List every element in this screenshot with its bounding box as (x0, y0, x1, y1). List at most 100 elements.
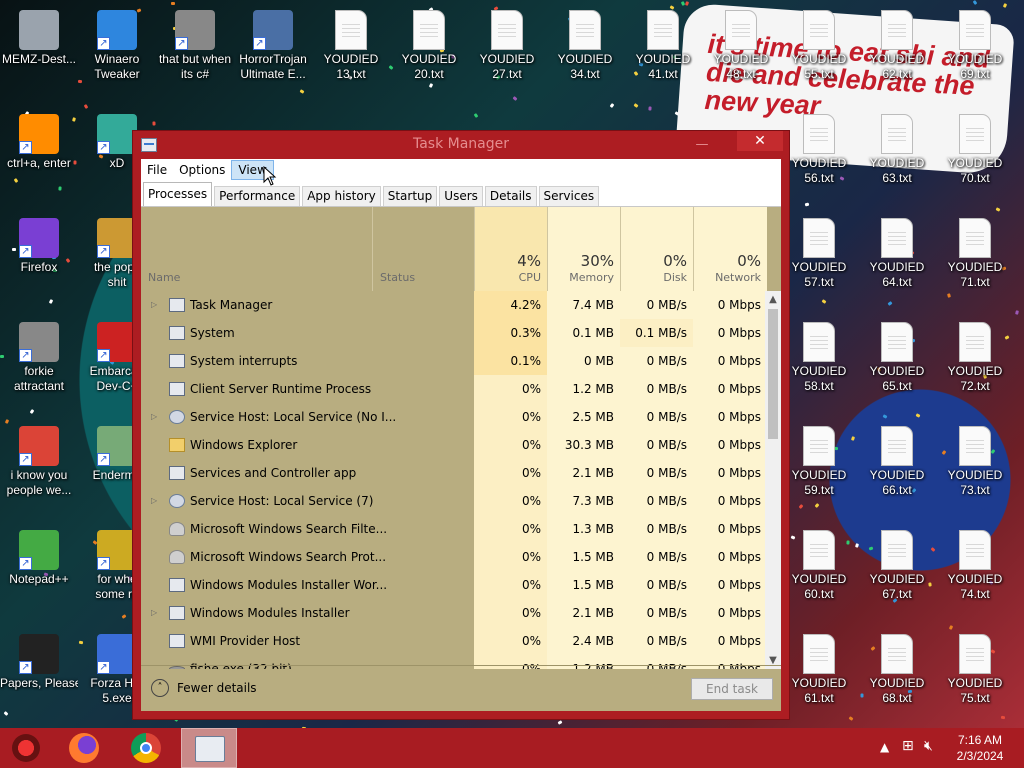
desktop-txt-file[interactable]: YOUDIED 62.txt (858, 6, 936, 82)
table-row[interactable]: Windows Modules Installer Wor... 0% 1.5 MB… (141, 571, 767, 599)
desktop-icon[interactable]: ↗ forkie attractant (0, 318, 78, 394)
column-header-status[interactable]: Status (372, 207, 474, 291)
desktop-txt-file[interactable]: YOUDIED 73.txt (936, 422, 1014, 498)
table-row[interactable]: System 0.3% 0.1 MB 0.1 MB/s 0 Mbps (141, 319, 767, 347)
shortcut-arrow-icon: ↗ (253, 37, 266, 50)
table-row[interactable]: ▷ Windows Modules Installer 0% 2.1 MB 0 MB/s… (141, 599, 767, 627)
tab-users[interactable]: Users (439, 186, 483, 206)
text-file-icon (881, 530, 913, 570)
clock[interactable]: 7:16 AM 2/3/2024 (950, 732, 1010, 764)
column-header-cpu[interactable]: 4% CPU (474, 207, 547, 291)
tab-performance[interactable]: Performance (214, 186, 301, 206)
taskbar-chrome[interactable] (120, 728, 172, 768)
end-task-button[interactable]: End task (691, 678, 773, 700)
desktop-txt-file[interactable]: YOUDIED 57.txt (780, 214, 858, 290)
close-button[interactable]: ✕ (737, 131, 783, 151)
desktop-txt-file[interactable]: YOUDIED 48.txt (702, 6, 780, 82)
column-memory-label: Memory (569, 271, 614, 284)
desktop-txt-file[interactable]: YOUDIED 58.txt (780, 318, 858, 394)
column-header-network[interactable]: 0% Network (693, 207, 767, 291)
desktop-txt-file[interactable]: YOUDIED 66.txt (858, 422, 936, 498)
table-row[interactable]: WMI Provider Host 0% 2.4 MB 0 MB/s 0 Mbps (141, 627, 767, 655)
title-bar[interactable]: Task Manager — ✕ (133, 131, 789, 159)
desktop-txt-file[interactable]: YOUDIED 55.txt (780, 6, 858, 82)
desktop-txt-file[interactable]: YOUDIED 67.txt (858, 526, 936, 602)
shortcut-arrow-icon: ↗ (97, 141, 110, 154)
desktop-txt-file[interactable]: YOUDIED 61.txt (780, 630, 858, 706)
expand-chevron-icon[interactable]: ▷ (151, 403, 157, 431)
taskbar-firefox[interactable] (58, 728, 110, 768)
desktop-icon[interactable]: ↗ Firefox (0, 214, 78, 275)
table-row[interactable]: Client Server Runtime Process 0% 1.2 MB 0 M… (141, 375, 767, 403)
desktop-icon[interactable]: ↗ that but when its c# (156, 6, 234, 82)
tab-startup[interactable]: Startup (382, 186, 438, 206)
desktop-txt-file[interactable]: YOUDIED 63.txt (858, 110, 936, 186)
minimize-button[interactable]: — (693, 137, 711, 153)
menu-file[interactable]: File (141, 160, 173, 180)
taskbar: ▲ ⊞ 🔇︎ 7:16 AM 2/3/2024 (0, 728, 1024, 768)
desktop-icon[interactable]: ↗ ctrl+a, enter (0, 110, 78, 171)
table-row[interactable]: Microsoft Windows Search Prot... 0% 1.5 MB… (141, 543, 767, 571)
table-row[interactable]: Services and Controller app 0% 2.1 MB 0 MB/… (141, 459, 767, 487)
text-file-icon (803, 10, 835, 50)
table-row[interactable]: Microsoft Windows Search Filte... 0% 1.3 M… (141, 515, 767, 543)
tab-processes[interactable]: Processes (143, 182, 213, 206)
scroll-thumb[interactable] (768, 309, 778, 439)
desktop-txt-file[interactable]: YOUDIED 74.txt (936, 526, 1014, 602)
desktop-txt-file[interactable]: YOUDIED 13.txt (312, 6, 390, 82)
volume-muted-icon[interactable]: 🔇︎ (924, 738, 933, 754)
desktop-txt-file[interactable]: YOUDIED 69.txt (936, 6, 1014, 82)
expand-chevron-icon[interactable]: ▷ (151, 599, 157, 627)
table-row[interactable]: Windows Explorer 0% 30.3 MB 0 MB/s 0 Mbps (141, 431, 767, 459)
text-file-icon (569, 10, 601, 50)
table-row[interactable]: ▷ Task Manager 4.2% 7.4 MB 0 MB/s 0 Mbps (141, 291, 767, 319)
desktop-txt-file[interactable]: YOUDIED 41.txt (624, 6, 702, 82)
menu-options[interactable]: Options (173, 160, 231, 180)
fewer-details-button[interactable]: ˄ Fewer details (151, 679, 257, 697)
desktop-txt-file[interactable]: YOUDIED 60.txt (780, 526, 858, 602)
desktop-txt-file[interactable]: YOUDIED 56.txt (780, 110, 858, 186)
process-cpu-cell: 0.3% (474, 319, 547, 347)
tab-app-history[interactable]: App history (302, 186, 381, 206)
desktop-icon-label: 72.txt (960, 379, 990, 393)
expand-chevron-icon[interactable]: ▷ (151, 291, 157, 319)
taskbar-task-manager[interactable] (181, 728, 237, 768)
table-row[interactable]: ▷ Service Host: Local Service (7) 0% 7.3 MB… (141, 487, 767, 515)
desktop-txt-file[interactable]: YOUDIED 27.txt (468, 6, 546, 82)
desktop-txt-file[interactable]: YOUDIED 68.txt (858, 630, 936, 706)
process-cpu-cell: 0.1% (474, 347, 547, 375)
table-row[interactable]: ▷ Service Host: Local Service (No I... 0% 2… (141, 403, 767, 431)
desktop-txt-file[interactable]: YOUDIED 34.txt (546, 6, 624, 82)
desktop-icon[interactable]: ↗ Notepad++ (0, 526, 78, 587)
table-row[interactable]: System interrupts 0.1% 0 MB 0 MB/s 0 Mbps (141, 347, 767, 375)
tab-services[interactable]: Services (538, 186, 600, 206)
desktop-icon[interactable]: MEMZ-Dest... (0, 6, 78, 67)
text-file-icon (881, 322, 913, 362)
desktop-txt-file[interactable]: YOUDIED 70.txt (936, 110, 1014, 186)
desktop-icon-label: 67.txt (882, 587, 912, 601)
desktop-txt-file[interactable]: YOUDIED 59.txt (780, 422, 858, 498)
vertical-scrollbar[interactable]: ▲ ▼ (765, 291, 781, 669)
shortcut-arrow-icon: ↗ (19, 245, 32, 258)
desktop-txt-file[interactable]: YOUDIED 71.txt (936, 214, 1014, 290)
desktop-txt-file[interactable]: YOUDIED 65.txt (858, 318, 936, 394)
desktop-txt-file[interactable]: YOUDIED 75.txt (936, 630, 1014, 706)
tab-details[interactable]: Details (484, 186, 537, 206)
start-button[interactable] (4, 728, 56, 768)
app-icon: ↗ (97, 10, 137, 50)
column-header-memory[interactable]: 30% Memory (547, 207, 620, 291)
desktop-txt-file[interactable]: YOUDIED 20.txt (390, 6, 468, 82)
network-icon[interactable]: ⊞ (902, 738, 914, 754)
chevron-up-icon[interactable]: ▲ (880, 740, 889, 754)
desktop-icon[interactable]: ↗ HorrorTrojan Ultimate E... (234, 6, 312, 82)
desktop-icon[interactable]: ↗ Papers, Please (0, 630, 78, 691)
scroll-up-icon[interactable]: ▲ (765, 291, 781, 308)
column-header-name[interactable]: Name ˄ (141, 207, 488, 291)
expand-chevron-icon[interactable]: ▷ (151, 487, 157, 515)
column-header-disk[interactable]: 0% Disk (620, 207, 693, 291)
desktop-txt-file[interactable]: YOUDIED 64.txt (858, 214, 936, 290)
desktop-txt-file[interactable]: YOUDIED 72.txt (936, 318, 1014, 394)
desktop-icon[interactable]: ↗ i know you people we... (0, 422, 78, 498)
desktop-icon-label: YOUDIED (869, 676, 925, 690)
desktop-icon[interactable]: ↗ Winaero Tweaker (78, 6, 156, 82)
